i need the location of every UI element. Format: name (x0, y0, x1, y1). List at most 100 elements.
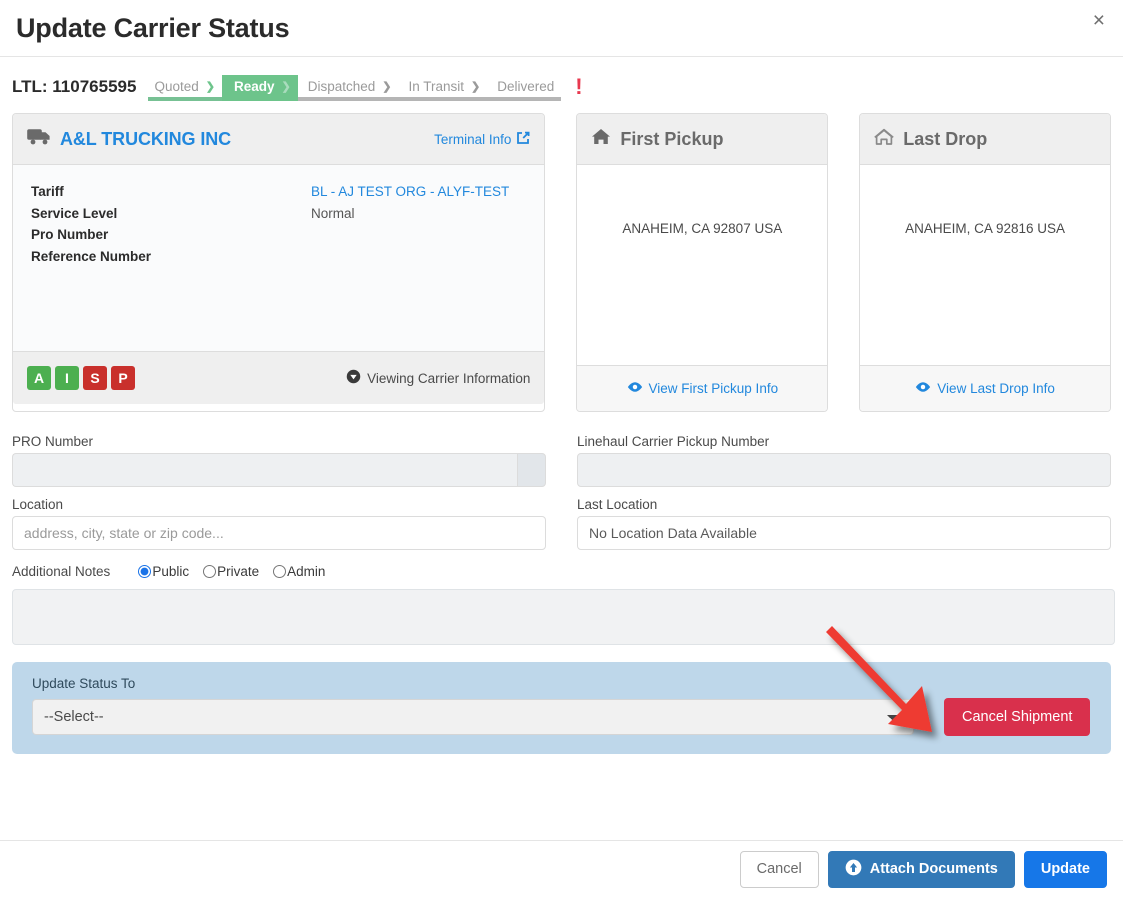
table-row: Service Level Normal (31, 203, 526, 225)
chevron-right-icon: ❯ (382, 80, 392, 93)
view-last-drop-label: View Last Drop Info (937, 381, 1055, 396)
field-label: Reference Number (31, 248, 152, 264)
shipment-number-label: LTL: 110765595 (12, 77, 137, 96)
service-level-value: Normal (311, 205, 355, 221)
reference-number-value (311, 246, 526, 268)
last-drop-footer: View Last Drop Info (860, 365, 1110, 411)
pro-number-append[interactable] (516, 453, 546, 487)
field-label: Pro Number (31, 227, 109, 242)
linehaul-label: Linehaul Carrier Pickup Number (577, 434, 770, 449)
table-row: Reference Number (31, 246, 526, 268)
truck-icon (27, 128, 52, 151)
table-row: Tariff BL - AJ TEST ORG - ALYF-TEST (31, 181, 526, 203)
home-outline-icon (874, 128, 894, 151)
view-last-drop-info-link[interactable]: View Last Drop Info (915, 381, 1055, 396)
carrier-card-footer: A I S P Viewing Carrier Information (13, 351, 545, 404)
attach-documents-button[interactable]: Attach Documents (827, 850, 1015, 888)
form-column-left: PRO Number Location (12, 424, 546, 550)
radio-private-label: Private (217, 564, 260, 579)
radio-public[interactable] (138, 565, 152, 578)
last-location-input[interactable] (577, 516, 1111, 550)
badge-accessorials[interactable]: A (27, 366, 51, 390)
first-pickup-title: First Pickup (620, 128, 724, 149)
badge-insurance[interactable]: I (55, 366, 79, 390)
first-pickup-header: First Pickup (577, 114, 828, 165)
additional-notes-textarea[interactable] (12, 589, 1115, 645)
carrier-card: A&L TRUCKING INC Terminal Info Tariff BL… (12, 113, 546, 412)
update-status-select[interactable]: --Select-- (32, 699, 914, 735)
status-step-ready[interactable]: Ready ❯ (221, 75, 298, 101)
status-form: PRO Number Location Linehaul Carrier Pic… (0, 412, 1123, 650)
viewing-carrier-information[interactable]: Viewing Carrier Information (346, 369, 530, 387)
page-title: Update Carrier Status (16, 12, 290, 43)
pro-number-input[interactable] (12, 453, 517, 487)
external-link-icon (516, 131, 530, 148)
last-drop-card: Last Drop ANAHEIM, CA 92816 USA View Las… (859, 113, 1111, 412)
terminal-info-label: Terminal Info (434, 131, 512, 147)
pro-number-label: PRO Number (12, 434, 94, 449)
radio-admin-label: Admin (287, 564, 326, 579)
status-step-label: Dispatched (307, 78, 376, 94)
summary-cards: A&L TRUCKING INC Terminal Info Tariff BL… (0, 107, 1123, 412)
last-location-label: Last Location (577, 497, 658, 512)
last-drop-header: Last Drop (860, 114, 1110, 165)
alert-exclamation-icon[interactable]: ! (575, 75, 582, 99)
cancel-shipment-button[interactable]: Cancel Shipment (944, 698, 1091, 736)
status-step-label: Ready (233, 78, 275, 94)
status-step-label: Quoted (154, 78, 199, 94)
status-breadcrumb: Quoted ❯ Ready ❯ Dispatched ❯ In Transit… (148, 75, 562, 105)
eye-icon (627, 381, 643, 396)
aisp-badges: A I S P (27, 366, 135, 390)
location-label: Location (12, 497, 64, 512)
view-first-pickup-info-link[interactable]: View First Pickup Info (627, 381, 779, 396)
badge-service[interactable]: S (83, 366, 107, 390)
update-button[interactable]: Update (1023, 850, 1107, 888)
badge-packaging[interactable]: P (111, 366, 135, 390)
carrier-name: A&L TRUCKING INC (60, 128, 232, 149)
notes-visibility-private[interactable]: Private (203, 564, 259, 579)
additional-notes-row: Additional Notes Public Private Admin (12, 564, 1111, 579)
modal-footer: Cancel Attach Documents Update (0, 840, 1123, 897)
view-first-pickup-label: View First Pickup Info (648, 381, 779, 396)
location-input[interactable] (12, 516, 546, 550)
viewing-carrier-label: Viewing Carrier Information (367, 370, 531, 386)
caret-down-circle-icon (346, 369, 361, 387)
carrier-card-header: A&L TRUCKING INC Terminal Info (13, 114, 545, 165)
chevron-right-icon: ❯ (281, 80, 291, 93)
carrier-detail-table: Tariff BL - AJ TEST ORG - ALYF-TEST Serv… (31, 181, 526, 267)
linehaul-input[interactable] (577, 453, 1111, 487)
attach-documents-label: Attach Documents (869, 861, 998, 877)
first-pickup-card: First Pickup ANAHEIM, CA 92807 USA View … (576, 113, 829, 412)
terminal-info-link[interactable]: Terminal Info (434, 131, 530, 148)
status-step-label: Delivered (497, 78, 555, 94)
field-label: Service Level (31, 205, 118, 221)
radio-private[interactable] (203, 565, 217, 578)
home-filled-icon (591, 128, 611, 151)
tariff-value-link[interactable]: BL - AJ TEST ORG - ALYF-TEST (311, 181, 526, 203)
status-step-in-transit[interactable]: In Transit ❯ (398, 75, 488, 101)
status-step-quoted[interactable]: Quoted ❯ (148, 75, 222, 101)
first-pickup-address: ANAHEIM, CA 92807 USA (577, 165, 828, 365)
carrier-card-body: Tariff BL - AJ TEST ORG - ALYF-TEST Serv… (13, 165, 545, 351)
eye-icon (915, 381, 931, 396)
chevron-right-icon: ❯ (471, 80, 481, 93)
last-drop-title: Last Drop (903, 128, 988, 149)
additional-notes-label: Additional Notes (12, 564, 111, 579)
form-column-right: Linehaul Carrier Pickup Number Last Loca… (577, 424, 1111, 550)
cancel-button[interactable]: Cancel (739, 850, 819, 888)
status-step-label: In Transit (408, 78, 464, 94)
chevron-right-icon: ❯ (205, 80, 215, 93)
notes-visibility-admin[interactable]: Admin (273, 564, 325, 579)
radio-admin[interactable] (273, 565, 287, 578)
status-step-delivered[interactable]: Delivered (487, 75, 562, 101)
notes-visibility-public[interactable]: Public (138, 564, 189, 579)
modal-header: Update Carrier Status × (0, 0, 1123, 57)
close-icon[interactable]: × (1087, 6, 1111, 35)
field-label: Tariff (31, 184, 64, 199)
status-bar: LTL: 110765595 Quoted ❯ Ready ❯ Dispatch… (0, 57, 1123, 107)
update-status-panel: Update Status To --Select-- Cancel Shipm… (12, 662, 1111, 754)
first-pickup-footer: View First Pickup Info (577, 365, 828, 411)
status-step-dispatched[interactable]: Dispatched ❯ (297, 75, 399, 101)
last-drop-address: ANAHEIM, CA 92816 USA (860, 165, 1110, 365)
upload-circle-icon (845, 859, 862, 880)
